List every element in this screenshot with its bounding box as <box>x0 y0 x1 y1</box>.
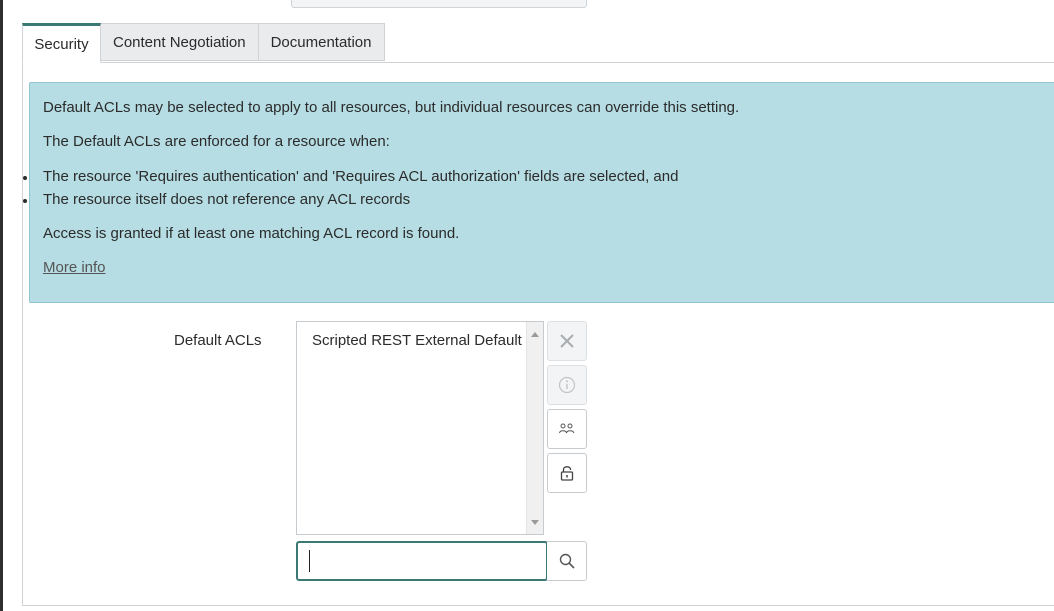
bullet-text: The resource 'Requires authentication' a… <box>43 168 679 185</box>
remove-button[interactable] <box>547 321 587 361</box>
bullet-icon <box>23 176 27 180</box>
info-bullet-requires-auth: The resource 'Requires authentication' a… <box>23 168 679 185</box>
info-message-box: Default ACLs may be selected to apply to… <box>23 82 1054 303</box>
lock-icon <box>560 466 574 481</box>
top-field-remnant[interactable] <box>291 0 587 8</box>
left-edge-border <box>0 0 3 611</box>
info-button[interactable] <box>547 365 587 405</box>
info-text-default-acls: Default ACLs may be selected to apply to… <box>43 99 740 116</box>
info-icon <box>558 376 576 394</box>
tab-documentation[interactable]: Documentation <box>258 23 385 61</box>
users-icon <box>559 423 575 434</box>
acl-search-input[interactable] <box>296 541 548 581</box>
more-info-link-wrap: More info <box>43 259 106 276</box>
add-users-button[interactable] <box>547 409 587 449</box>
info-text-enforced-when: The Default ACLs are enforced for a reso… <box>43 133 390 150</box>
more-info-link[interactable]: More info <box>43 259 106 276</box>
bullet-text: The resource itself does not reference a… <box>43 191 411 208</box>
default-acls-label: Default ACLs <box>174 332 262 349</box>
text-cursor <box>309 550 310 572</box>
close-icon <box>560 334 574 348</box>
default-acls-listbox[interactable]: Scripted REST External Default <box>296 321 544 535</box>
bullet-icon <box>23 199 27 203</box>
unlock-button[interactable] <box>547 453 587 493</box>
search-icon <box>559 553 575 569</box>
scroll-up-arrow-icon[interactable] <box>531 332 539 337</box>
scroll-down-arrow-icon[interactable] <box>531 520 539 525</box>
tab-content-negotiation[interactable]: Content Negotiation <box>101 23 259 61</box>
tab-security[interactable]: Security <box>22 23 101 63</box>
search-button[interactable] <box>547 541 587 581</box>
list-item[interactable]: Scripted REST External Default <box>312 332 522 349</box>
listbox-scrollbar[interactable] <box>526 322 543 534</box>
info-text-access-granted: Access is granted if at least one matchi… <box>43 225 460 242</box>
tab-bar: Security Content Negotiation Documentati… <box>22 23 385 63</box>
info-bullet-no-acl-records: The resource itself does not reference a… <box>23 191 411 208</box>
